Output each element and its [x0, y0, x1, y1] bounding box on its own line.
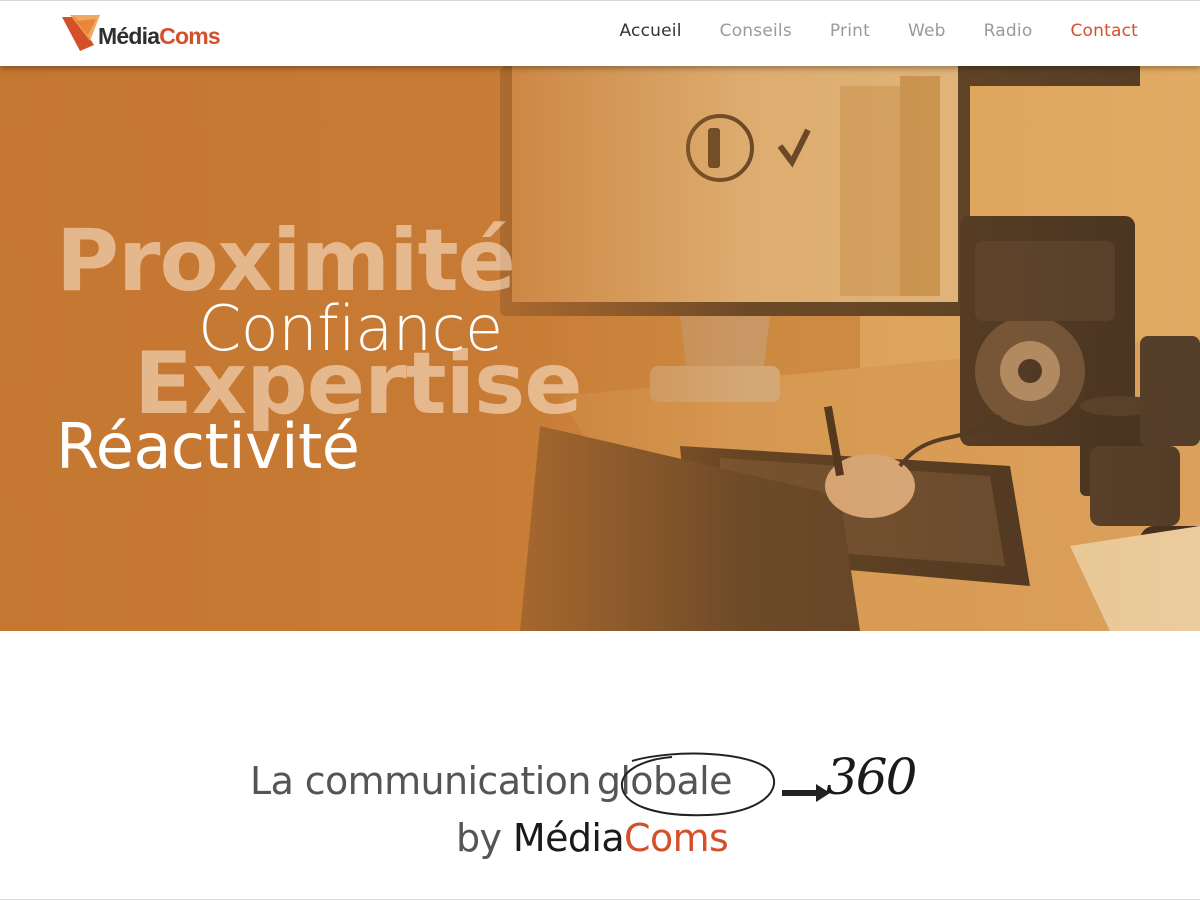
nav-item-web[interactable]: Web	[908, 21, 946, 41]
hand-drawn-arrow-icon	[782, 784, 830, 802]
tagline-brand-media: Média	[512, 816, 625, 860]
main-nav: Accueil Conseils Print Web Radio Contact	[582, 21, 1138, 41]
logo-text-coms: Coms	[159, 23, 220, 49]
tagline-part1: La communication	[250, 759, 591, 803]
logo-text: MédiaComs	[98, 23, 221, 50]
tagline-360-annotation: 360	[826, 748, 917, 806]
nav-item-conseils[interactable]: Conseils	[720, 21, 792, 41]
hand-drawn-circle-icon	[620, 752, 776, 817]
tagline-section: La communication globale 360 by MédiaComs	[0, 631, 1200, 900]
nav-item-radio[interactable]: Radio	[984, 21, 1033, 41]
nav-item-accueil[interactable]: Accueil	[620, 21, 682, 41]
nav-item-contact[interactable]: Contact	[1070, 21, 1138, 41]
logo[interactable]: MédiaComs	[60, 11, 221, 55]
tagline-line2: by MédiaComs	[456, 816, 729, 860]
logo-text-media: Média	[98, 23, 160, 49]
nav-item-print[interactable]: Print	[830, 21, 870, 41]
tagline-by: by	[456, 816, 513, 860]
hero-word-reactivite: Réactivité	[56, 410, 360, 483]
tagline-brand-coms: Coms	[624, 816, 729, 860]
site-header: MédiaComs Accueil Conseils Print Web Rad…	[0, 0, 1200, 66]
hero-banner: Proximité Confiance Expertise Réactivité	[0, 66, 1200, 631]
